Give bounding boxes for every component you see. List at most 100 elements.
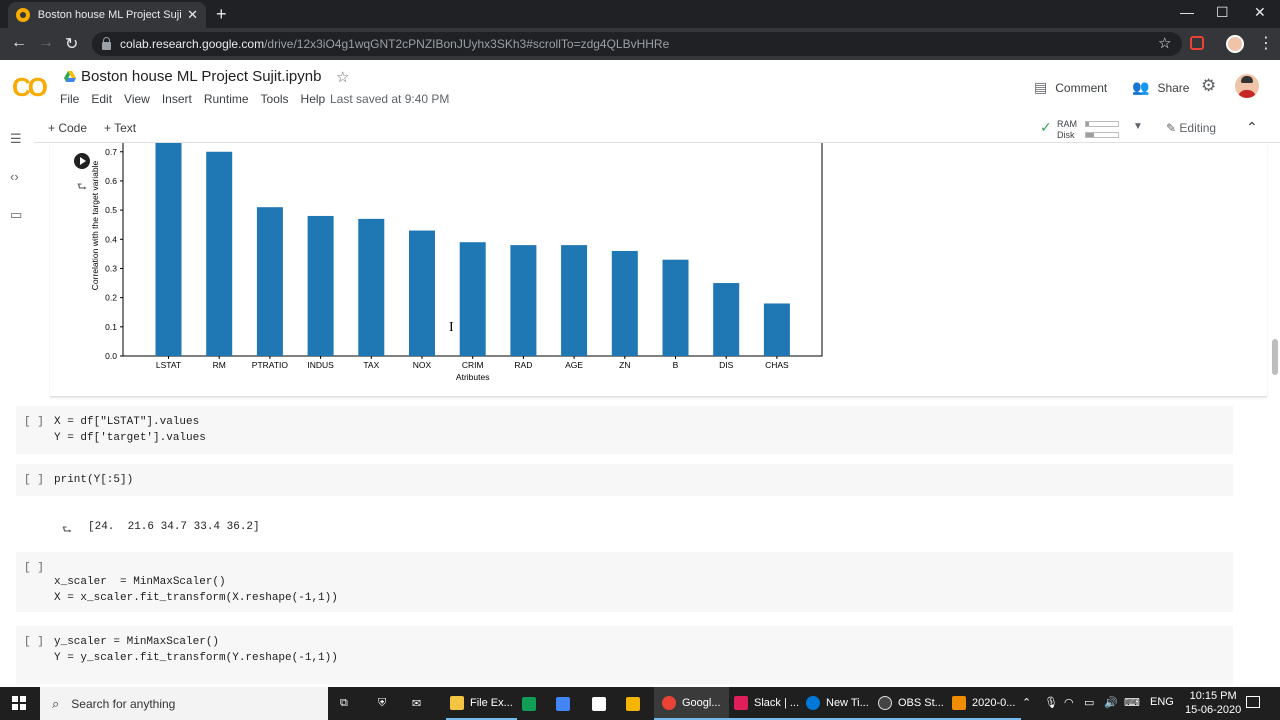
text-cursor-icon: I: [449, 320, 454, 335]
code-snippets-icon[interactable]: ‹›: [10, 169, 19, 184]
share-button[interactable]: 👥 Share: [1132, 79, 1189, 96]
tab-close-icon[interactable]: ✕: [187, 7, 198, 23]
docs-icon[interactable]: [556, 687, 576, 720]
menu-runtime[interactable]: Runtime: [204, 92, 249, 106]
editing-mode-button[interactable]: ✎ Editing: [1166, 121, 1216, 135]
language-indicator[interactable]: ENG: [1150, 696, 1174, 708]
taskbar-file-explorer[interactable]: File Ex...: [446, 687, 517, 720]
slides-icon[interactable]: [626, 687, 646, 720]
taskbar-clock[interactable]: 10:15 PM 15-06-2020: [1185, 689, 1241, 717]
task-view-icon[interactable]: ⧉: [340, 687, 348, 720]
last-saved-status[interactable]: Last saved at 9:40 PM: [330, 92, 449, 106]
chart-y-tick-label: 0.2: [105, 293, 117, 303]
taskbar-obs[interactable]: OBS St...: [872, 687, 950, 720]
menu-help[interactable]: Help: [301, 92, 326, 106]
taskbar-item-label: Googl...: [682, 696, 721, 709]
cell-run-bracket[interactable]: [ ]: [24, 474, 44, 486]
chart-x-tick-label: NOX: [413, 360, 432, 370]
keyboard-icon[interactable]: ⌨: [1124, 696, 1140, 709]
collapse-header-icon[interactable]: ⌃: [1246, 119, 1258, 136]
window-minimize-button[interactable]: —: [1180, 4, 1194, 20]
chart-x-tick-label: PTRATIO: [252, 360, 289, 370]
bookmark-star-icon[interactable]: ☆: [1158, 34, 1171, 52]
notebook-toolbar: + Code + Text ✓ RAM Disk ▼ ✎ Editing ⌃: [0, 115, 1280, 143]
scrollbar-thumb[interactable]: [1272, 339, 1278, 375]
mail-icon[interactable]: ✉: [412, 687, 421, 720]
menu-tools[interactable]: Tools: [261, 92, 289, 106]
chart-y-tick-label: 0.0: [105, 351, 117, 361]
files-folder-icon[interactable]: ▭: [10, 207, 22, 223]
runtime-resources[interactable]: ✓ RAM Disk ▼: [1040, 117, 1150, 141]
code-line: X = df["LSTAT"].values: [54, 416, 200, 428]
settings-gear-icon[interactable]: ⚙: [1201, 76, 1216, 96]
wifi-icon[interactable]: ◠: [1064, 696, 1074, 709]
connected-check-icon: ✓: [1040, 119, 1052, 135]
menu-file[interactable]: File: [60, 92, 79, 106]
notification-center-icon[interactable]: [1246, 696, 1260, 708]
code-cell-1[interactable]: [ ] X = df["LSTAT"].values Y = df['targe…: [16, 406, 1233, 454]
taskbar-chrome[interactable]: Googl...: [654, 687, 729, 720]
windows-start-icon[interactable]: [12, 696, 26, 710]
new-tab-button[interactable]: +: [216, 4, 227, 25]
cell-run-bracket[interactable]: [ ]: [24, 416, 44, 428]
url-path: /drive/12x3iO4g1wqGNT2cPNZIBonJUyhx3SKh3…: [264, 37, 670, 51]
file-icon[interactable]: [592, 687, 612, 720]
sheets-icon[interactable]: [522, 687, 542, 720]
menu-bar: File Edit View Insert Runtime Tools Help: [60, 92, 337, 106]
taskbar-edge[interactable]: New Ti...: [800, 687, 875, 720]
add-text-cell-button[interactable]: + Text: [104, 121, 136, 135]
menu-insert[interactable]: Insert: [162, 92, 192, 106]
add-code-cell-button[interactable]: + Code: [48, 121, 87, 135]
browser-profile-avatar[interactable]: [1226, 35, 1244, 53]
search-icon: ⌕: [52, 695, 60, 711]
window-maximize-button[interactable]: ☐: [1216, 4, 1229, 21]
browser-tabstrip: Boston house ML Project Sujit.ip ✕ + — ☐…: [0, 0, 1280, 28]
chart-bar-b: [662, 259, 689, 356]
drive-icon[interactable]: [64, 71, 76, 83]
browser-tab[interactable]: Boston house ML Project Sujit.ip ✕: [8, 2, 206, 28]
code-cell-4[interactable]: [ ] y_scaler = MinMaxScaler() Y = y_scal…: [16, 626, 1233, 684]
tray-chevron-icon[interactable]: ⌃: [1022, 696, 1031, 709]
browser-tab-title: Boston house ML Project Sujit.ip: [37, 9, 182, 21]
disk-usage-bar: [1085, 132, 1119, 138]
resources-dropdown-icon[interactable]: ▼: [1133, 121, 1143, 132]
browser-menu-icon[interactable]: ⋮: [1258, 33, 1274, 53]
user-avatar[interactable]: [1235, 74, 1259, 98]
editing-label: Editing: [1179, 121, 1217, 135]
chrome-icon: [662, 695, 676, 710]
star-notebook-icon[interactable]: ☆: [336, 68, 349, 86]
code-cell-2[interactable]: [ ] print(Y[:5]): [16, 464, 1233, 496]
chart-bar-ptratio: [256, 207, 283, 356]
taskbar-search[interactable]: ⌕ Search for anything: [40, 687, 328, 720]
chart-x-tick-label: LSTAT: [156, 360, 181, 370]
menu-view[interactable]: View: [124, 92, 150, 106]
chart-bar-chas: [763, 303, 790, 356]
taskbar-slack[interactable]: Slack | ...: [728, 687, 806, 720]
output-arrow-icon[interactable]: ⮑: [62, 521, 72, 540]
battery-icon[interactable]: ▭: [1084, 696, 1094, 709]
colab-logo[interactable]: CO: [12, 72, 48, 103]
cell-run-bracket[interactable]: [ ]: [24, 562, 44, 574]
reload-icon[interactable]: ↻: [65, 34, 78, 54]
window-close-button[interactable]: ✕: [1254, 4, 1266, 21]
back-arrow-icon[interactable]: ←: [11, 34, 27, 52]
microphone-icon[interactable]: 🎙: [1044, 696, 1058, 709]
taskbar-item-label: OBS St...: [898, 696, 944, 709]
volume-icon[interactable]: 🔊: [1104, 696, 1118, 709]
browser-toolbar: ← → ↻ colab.research.google.com /drive/1…: [0, 28, 1280, 60]
obs-icon: [878, 695, 892, 710]
extension-icon[interactable]: [1190, 36, 1204, 50]
code-cell-3[interactable]: [ ] x_scaler = MinMaxScaler() X = x_scal…: [16, 552, 1233, 612]
table-of-contents-icon[interactable]: ☰: [10, 131, 22, 147]
vlc-cone-icon: [952, 695, 966, 710]
comment-button[interactable]: ▤ Comment: [1034, 79, 1107, 96]
notebook-title[interactable]: Boston house ML Project Sujit.ipynb: [81, 68, 321, 85]
cell-run-bracket[interactable]: [ ]: [24, 636, 44, 648]
taskbar-vlc[interactable]: 2020-0...: [946, 687, 1022, 720]
menu-edit[interactable]: Edit: [91, 92, 112, 106]
notebook-scrollbar[interactable]: [1270, 143, 1280, 687]
forward-arrow-icon[interactable]: →: [38, 34, 54, 52]
address-bar[interactable]: colab.research.google.com /drive/12x3iO4…: [92, 32, 1182, 56]
security-shield-icon[interactable]: ⛨: [378, 687, 386, 720]
chart-y-tick-label: 0.3: [105, 263, 117, 273]
